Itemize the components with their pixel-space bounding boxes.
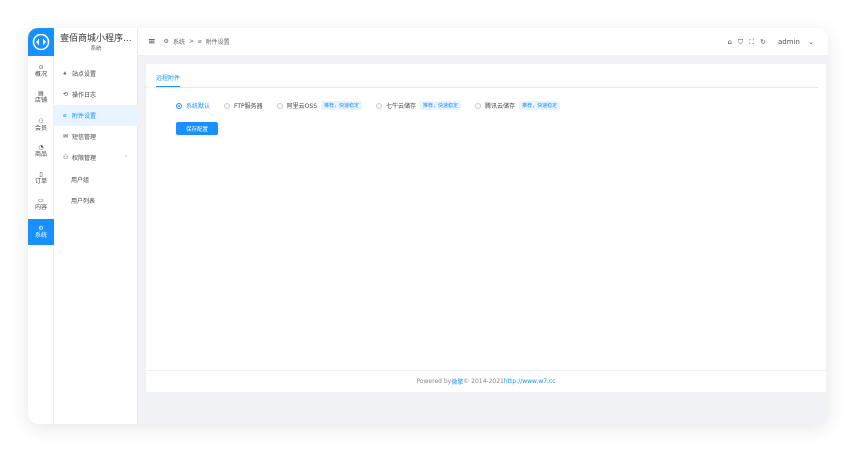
sidebar-header: 壹佰商城小程序... 系统	[54, 28, 137, 62]
sidebar-item-label: 操作日志	[72, 92, 97, 99]
mail-icon: ✉	[63, 133, 69, 140]
product-icon: ◔	[38, 143, 44, 151]
app-logo[interactable]	[28, 28, 54, 56]
section-title: 系统	[90, 46, 102, 52]
gear-icon: ⚙	[38, 224, 44, 232]
radio-system-default[interactable]: 系统默认	[176, 101, 210, 110]
tab-remote-attachment[interactable]: 远程附件	[156, 74, 181, 87]
folder-icon: ▭	[38, 196, 44, 204]
paperclip-icon: ⌀	[197, 38, 202, 45]
radio-unchecked-icon	[276, 102, 283, 109]
main-nav-rail: ⊙ 概况 ▤ 店铺 ⚇ 会员 ◔ 商品 ▯ 订单 ▭ 内容 ⚙ 系统	[28, 28, 54, 424]
recommend-badge: 推荐，快速稳定	[519, 101, 561, 110]
breadcrumb-item: 附件设置	[205, 39, 230, 46]
sidebar-item-user-list[interactable]: 用户列表	[54, 190, 138, 211]
sidebar-item-sms[interactable]: ✉ 短信管理	[54, 126, 138, 147]
storage-radio-group: 系统默认 FTP服务器 阿里云OSS 推荐，快速稳定 七牛云储存 推荐，快速稳定…	[176, 101, 574, 110]
radio-tencent-cos[interactable]: 腾讯云储存 推荐，快速稳定	[475, 101, 561, 110]
history-icon: ⟲	[63, 91, 69, 98]
app-window: ⊙ 概况 ▤ 店铺 ⚇ 会员 ◔ 商品 ▯ 订单 ▭ 内容 ⚙ 系统 壹佰商城小…	[28, 28, 828, 424]
gear-icon: ⚙	[163, 38, 169, 45]
menu-toggle-icon[interactable]: ≡	[148, 37, 156, 47]
sidebar-item-label: 用户列表	[71, 198, 96, 205]
rail-item-system[interactable]: ⚙ 系统	[28, 219, 54, 245]
sidebar-item-user-groups[interactable]: 用户组	[54, 169, 138, 190]
app-title: 壹佰商城小程序...	[60, 34, 132, 44]
breadcrumb-separator: >	[188, 38, 194, 45]
rail-item-label: 店铺	[34, 96, 47, 104]
recommend-badge: 推荐，快速稳定	[321, 101, 363, 110]
fullscreen-icon[interactable]: ⛶	[749, 38, 754, 47]
breadcrumb: ⚙ 系统 > ⌀ 附件设置	[164, 37, 234, 46]
radio-ftp[interactable]: FTP服务器	[224, 101, 263, 110]
paperclip-icon: ⌀	[63, 112, 67, 119]
radio-aliyun-oss[interactable]: 阿里云OSS 推荐，快速稳定	[276, 101, 363, 110]
chevron-down-icon: ⌄	[808, 38, 814, 46]
footer-copyright: © 2014-2021	[463, 378, 504, 385]
rail-item-overview[interactable]: ⊙ 概况	[28, 58, 54, 84]
header-tools: ⌂ ⛉ ⛶ ↻ admin ⌄	[721, 28, 814, 56]
footer-prefix: Powered by	[416, 378, 452, 385]
recommend-badge: 推荐，快速稳定	[420, 101, 462, 110]
sidebar-item-operation-log[interactable]: ⟲ 操作日志	[54, 84, 138, 105]
radio-qiniu[interactable]: 七牛云储存 推荐，快速稳定	[376, 101, 462, 110]
home-icon[interactable]: ⌂	[727, 38, 731, 46]
footer-site-link[interactable]: http://www.w7.cc	[504, 378, 556, 385]
rail-item-label: 内容	[34, 203, 47, 211]
chevron-up-icon: ⌃	[123, 154, 128, 161]
breadcrumb-item[interactable]: 系统	[173, 37, 185, 46]
rail-item-store[interactable]: ▤ 店铺	[28, 84, 54, 110]
overview-icon: ⊙	[38, 63, 44, 71]
sidebar-item-label: 附件设置	[72, 113, 97, 120]
sub-sidebar: 壹佰商城小程序... 系统 ⚹ 站点设置 ⟲ 操作日志 ⌀ 附件设置 ✉ 短信管…	[54, 28, 138, 424]
rail-item-label: 系统	[34, 231, 47, 239]
radio-label: 系统默认	[186, 103, 211, 110]
radio-label: 阿里云OSS	[286, 103, 317, 110]
username: admin	[777, 38, 800, 46]
logo-icon	[32, 34, 50, 50]
rail-item-label: 概况	[34, 70, 47, 78]
radio-checked-icon	[176, 102, 182, 109]
tab-bar: 远程附件	[154, 74, 818, 88]
store-icon: ▤	[38, 89, 44, 97]
user-menu[interactable]: admin ⌄	[772, 38, 814, 46]
refresh-icon[interactable]: ↻	[760, 38, 766, 46]
sidebar-item-label: 站点设置	[72, 71, 97, 78]
save-config-button[interactable]: 保存配置	[176, 122, 218, 135]
radio-unchecked-icon	[224, 102, 231, 109]
radio-unchecked-icon	[376, 102, 383, 109]
rail-item-orders[interactable]: ▯ 订单	[28, 165, 54, 191]
sidebar-item-label: 短信管理	[72, 134, 97, 141]
rail-item-label: 商品	[34, 150, 47, 158]
footer-brand-link[interactable]: 微擎	[451, 377, 463, 386]
user-icon: ⚇	[38, 117, 44, 125]
radio-label: 七牛云储存	[386, 103, 417, 110]
sidebar-item-attachment-settings[interactable]: ⌀ 附件设置	[54, 105, 138, 126]
page-footer: Powered by 微擎 © 2014-2021 http://www.w7.…	[146, 370, 826, 392]
user-icon: ⚇	[63, 154, 69, 161]
rail-item-products[interactable]: ◔ 商品	[28, 138, 54, 164]
top-header: ≡ ⚙ 系统 > ⌀ 附件设置 ⌂ ⛉ ⛶ ↻ admin ⌄	[138, 28, 828, 56]
shirt-icon[interactable]: ⛉	[738, 38, 743, 47]
main-content: 远程附件 系统默认 FTP服务器 阿里云OSS 推荐，快速稳定 七牛云储存 推荐…	[146, 64, 826, 370]
sidebar-item-label: 用户组	[71, 177, 90, 184]
sitemap-icon: ⚹	[63, 69, 67, 77]
order-icon: ▯	[39, 170, 43, 178]
radio-label: FTP服务器	[234, 103, 263, 110]
sidebar-item-permissions[interactable]: ⚇ 权限管理 ⌃	[54, 147, 138, 168]
sidebar-item-label: 权限管理	[72, 155, 97, 162]
rail-item-content[interactable]: ▭ 内容	[28, 191, 54, 217]
radio-unchecked-icon	[475, 102, 482, 109]
rail-item-label: 订单	[34, 177, 47, 185]
rail-item-members[interactable]: ⚇ 会员	[28, 112, 54, 138]
radio-label: 腾讯云储存	[485, 103, 516, 110]
rail-item-label: 会员	[34, 124, 47, 132]
sidebar-item-site-settings[interactable]: ⚹ 站点设置	[54, 63, 138, 84]
